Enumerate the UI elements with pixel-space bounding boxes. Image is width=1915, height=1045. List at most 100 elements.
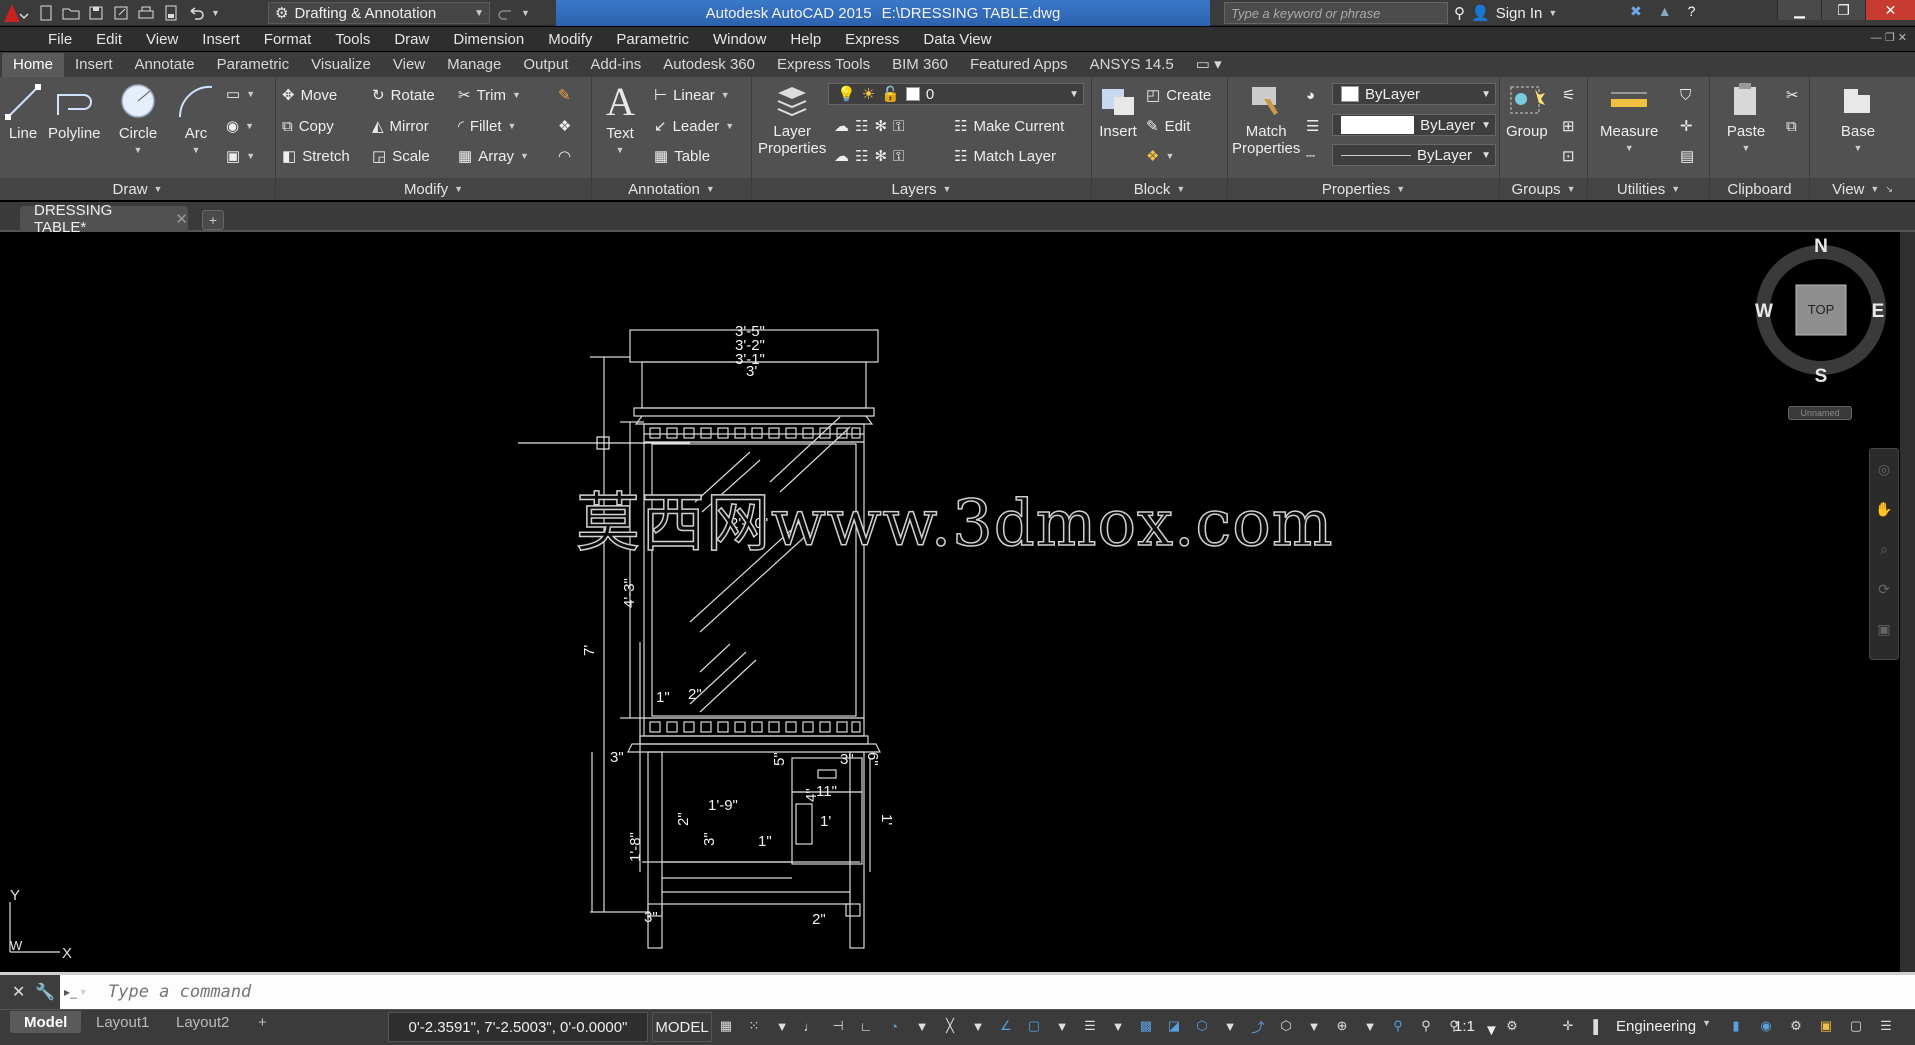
annotation-visibility-icon[interactable]: ⚲	[1388, 1016, 1408, 1036]
isolate-objects-icon[interactable]: ⚙	[1786, 1016, 1806, 1036]
tab-home[interactable]: Home	[2, 53, 65, 77]
close-button[interactable]: ✕	[1865, 0, 1915, 20]
layer-freeze-icon[interactable]: ✻	[874, 117, 887, 135]
customization-icon[interactable]: ☰	[1876, 1016, 1896, 1036]
tab-add-ins[interactable]: Add-ins	[579, 53, 652, 77]
measure-button[interactable]: Measure ▼	[1600, 81, 1658, 157]
snap-icon[interactable]: ⁙	[744, 1016, 764, 1036]
lineweight-toggle-icon[interactable]: ☰	[1080, 1016, 1100, 1036]
calculator-icon[interactable]: ▤	[1680, 145, 1694, 167]
redo-icon[interactable]	[496, 3, 516, 23]
cut-icon[interactable]: ✂	[1786, 84, 1799, 106]
publish-icon[interactable]	[161, 3, 181, 23]
lineweight-dropdown-icon[interactable]: ▼	[1108, 1016, 1128, 1036]
compass-e[interactable]: E	[1872, 301, 1885, 322]
trim-button[interactable]: ✂ Trim ▼	[458, 84, 521, 106]
tab-parametric[interactable]: Parametric	[206, 53, 301, 77]
panel-block-label[interactable]: Block ▼	[1092, 178, 1227, 200]
explode-button[interactable]: ❖	[558, 115, 571, 137]
linetype-icon[interactable]: ┄	[1306, 145, 1315, 167]
workspace-switcher[interactable]: ⚙ Drafting & Annotation ▼	[268, 2, 490, 24]
zoom-extents-icon[interactable]: ⌕	[1870, 529, 1898, 569]
layer-dropdown[interactable]: 💡 ☀ 🔓 0 ▼	[828, 83, 1084, 105]
help-icon[interactable]: ?	[1688, 3, 1696, 20]
binoculars-icon[interactable]: ⚲	[1454, 4, 1465, 22]
command-input[interactable]	[104, 978, 1884, 1006]
rotate-button[interactable]: ↻ Rotate	[372, 84, 435, 106]
group-select-icon[interactable]: ⊡	[1562, 145, 1575, 167]
gizmo-icon[interactable]: ⊕	[1332, 1016, 1352, 1036]
menu-data-view[interactable]: Data View	[923, 31, 991, 48]
recent-commands-icon[interactable]: ▸_ ▼	[64, 981, 98, 1003]
tab-featured-apps[interactable]: Featured Apps	[959, 53, 1079, 77]
drawing-svg[interactable]: 3'-5" 3'-2" 3'-1" 3' 2'-10" 4'-3" 7' 1" …	[0, 232, 1900, 972]
gizmo-dropdown-icon[interactable]: ▼	[1360, 1016, 1380, 1036]
text-button[interactable]: A Text ▼	[602, 81, 638, 159]
dynamic-input-icon[interactable]: ⊣	[828, 1016, 848, 1036]
polar-dropdown-icon[interactable]: ▼	[912, 1016, 932, 1036]
color-wheel-icon[interactable]: ◕	[1306, 84, 1315, 106]
panel-annotation-label[interactable]: Annotation ▼	[592, 178, 751, 200]
isodraft-dropdown-icon[interactable]: ▼	[968, 1016, 988, 1036]
quick-properties-icon[interactable]: ▮	[1726, 1016, 1746, 1036]
group-edit-icon[interactable]: ⊞	[1562, 115, 1575, 137]
autodesk-360-icon[interactable]: ▲	[1658, 3, 1672, 20]
add-layout-icon[interactable]: +	[244, 1011, 281, 1033]
tab-insert[interactable]: Insert	[64, 53, 124, 77]
layer-off-icon[interactable]: ☁	[834, 117, 849, 135]
document-window-controls[interactable]: — ❐ ✕	[1871, 31, 1907, 44]
region-button[interactable]: ▣ ▼	[226, 145, 255, 167]
menu-view[interactable]: View	[146, 31, 178, 48]
save-as-icon[interactable]	[111, 3, 131, 23]
color-dropdown[interactable]: ByLayer ▼	[1332, 83, 1496, 105]
group-button[interactable]: Group	[1506, 81, 1548, 140]
coordinates-readout[interactable]: 0'-2.3591", 7'-2.5003", 0'-0.0000"	[388, 1012, 648, 1042]
showmotion-icon[interactable]: ▣	[1870, 609, 1898, 649]
tab-manage[interactable]: Manage	[436, 53, 512, 77]
ungroup-icon[interactable]: ⚟	[1562, 84, 1575, 106]
table-button[interactable]: ▦ Table	[654, 145, 710, 167]
units-dropdown[interactable]: Engineering ▼	[1616, 1018, 1711, 1035]
arc-button[interactable]: Arc ▼	[176, 81, 216, 159]
fillet-button[interactable]: ◜ Fillet ▼	[458, 115, 516, 137]
move-button[interactable]: ✥ Move	[282, 84, 337, 106]
array-button[interactable]: ▦ Array ▼	[458, 145, 529, 167]
application-menu-icon[interactable]	[0, 0, 30, 26]
annotation-monitor-icon[interactable]: ✛	[1558, 1016, 1578, 1036]
dynamic-ucs-icon[interactable]: ⤴	[1248, 1016, 1268, 1036]
3d-osnap-dropdown-icon[interactable]: ▼	[1220, 1016, 1240, 1036]
transparency-icon[interactable]: ▩	[1136, 1016, 1156, 1036]
viewcube[interactable]: TOP N S E W	[1755, 236, 1886, 387]
isodraft-icon[interactable]: ╳	[940, 1016, 960, 1036]
new-file-icon[interactable]	[36, 3, 56, 23]
layer-isolate-icon[interactable]: ☷	[855, 117, 868, 135]
object-snap-tracking-icon[interactable]: ∠	[996, 1016, 1016, 1036]
selection-filter-icon[interactable]: ⬡	[1276, 1016, 1296, 1036]
3d-osnap-icon[interactable]: ⬡	[1192, 1016, 1212, 1036]
help-search-input[interactable]: Type a keyword or phrase	[1224, 2, 1448, 24]
tab-ansys[interactable]: ANSYS 14.5	[1079, 53, 1185, 77]
compass-s[interactable]: S	[1815, 366, 1828, 387]
block-attributes-button[interactable]: ❖ ▼	[1146, 145, 1174, 167]
layer-unisolate-icon[interactable]: ☷	[855, 147, 868, 165]
annotation-scale[interactable]: 1:1	[1454, 1018, 1475, 1035]
compass-n[interactable]: N	[1814, 236, 1828, 257]
lineweight-icon[interactable]: ☰	[1306, 115, 1319, 137]
maximize-button[interactable]: ❐	[1821, 0, 1865, 20]
tab-bim-360[interactable]: BIM 360	[881, 53, 959, 77]
menu-tools[interactable]: Tools	[335, 31, 370, 48]
base-view-button[interactable]: Base ▼	[1838, 81, 1878, 157]
copy-button[interactable]: ⧉ Copy	[282, 115, 334, 137]
undo-dropdown-icon[interactable]: ▼	[211, 8, 220, 18]
hatch-button[interactable]: ◉ ▼	[226, 115, 254, 137]
vertical-scrollbar[interactable]	[1900, 232, 1915, 972]
tab-visualize[interactable]: Visualize	[300, 53, 382, 77]
offset-button[interactable]: ◠	[558, 145, 571, 167]
pan-icon[interactable]: ✋	[1870, 489, 1898, 529]
model-space-button[interactable]: MODEL	[652, 1012, 712, 1042]
grid-icon[interactable]: ▦	[716, 1016, 736, 1036]
match-layer-button[interactable]: ☷ Match Layer	[954, 145, 1056, 167]
infer-constraints-icon[interactable]: ♩	[800, 1016, 820, 1036]
ortho-icon[interactable]: ∟	[856, 1016, 876, 1036]
menu-dimension[interactable]: Dimension	[453, 31, 524, 48]
